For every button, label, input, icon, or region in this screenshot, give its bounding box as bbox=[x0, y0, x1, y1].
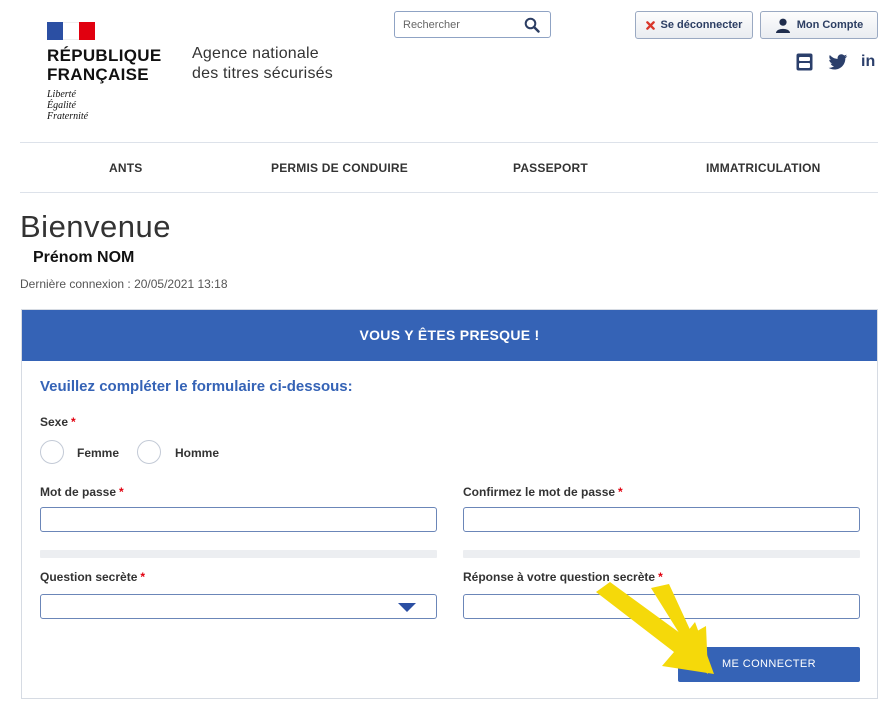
agency-line-2: des titres sécurisés bbox=[192, 65, 333, 82]
secret-answer-field[interactable] bbox=[463, 594, 860, 619]
nav-item-permis-de-conduire[interactable]: PERMIS DE CONDUIRE bbox=[271, 143, 408, 194]
logout-button[interactable]: Se déconnecter bbox=[635, 11, 753, 39]
required-mark: * bbox=[119, 485, 124, 499]
radio-label-homme: Homme bbox=[175, 446, 220, 460]
agency-name: Agence nationale des titres sécurisés bbox=[192, 44, 333, 84]
french-flag-icon bbox=[47, 22, 95, 40]
search-box bbox=[394, 11, 551, 38]
required-mark: * bbox=[140, 570, 146, 584]
confirm-password-label-text: Confirmez le mot de passe bbox=[463, 485, 616, 499]
required-mark: * bbox=[658, 570, 663, 584]
last-login-info: Dernière connexion : 20/05/2021 13:18 bbox=[20, 277, 228, 291]
close-icon bbox=[645, 20, 655, 30]
completion-form-panel: VOUS Y ÊTES PRESQUE ! Veuillez compléter… bbox=[21, 309, 878, 699]
search-input[interactable] bbox=[403, 16, 518, 34]
motto-egalite: Égalité bbox=[47, 100, 76, 111]
logout-label: Se déconnecter bbox=[660, 19, 743, 31]
radio-label-femme: Femme bbox=[77, 446, 120, 460]
account-button[interactable]: Mon Compte bbox=[760, 11, 878, 39]
secret-answer-label-text: Réponse à votre question secrète bbox=[463, 570, 656, 584]
motto-liberte: Liberté bbox=[47, 89, 76, 100]
confirm-password-label: Confirmez le mot de passe * bbox=[463, 485, 623, 499]
sex-label: Sexe * bbox=[40, 415, 76, 429]
form-banner: VOUS Y ÊTES PRESQUE ! bbox=[22, 310, 877, 361]
twitter-link[interactable] bbox=[828, 53, 848, 71]
confirm-password-field[interactable] bbox=[463, 507, 860, 532]
connect-button[interactable]: ME CONNECTER bbox=[678, 647, 860, 682]
republique-francaise-logo: RÉPUBLIQUE FRANÇAISE Liberté Égalité Fra… bbox=[47, 22, 161, 122]
user-icon bbox=[775, 18, 790, 33]
motto-fraternite: Fraternité bbox=[47, 111, 89, 122]
sex-label-text: Sexe bbox=[40, 415, 69, 429]
motto: Liberté Égalité Fraternité bbox=[47, 89, 161, 122]
linkedin-icon: in bbox=[861, 53, 876, 70]
main-navigation: ANTS PERMIS DE CONDUIRE PASSEPORT IMMATR… bbox=[20, 142, 878, 193]
republic-line-2: FRANÇAISE bbox=[47, 65, 149, 84]
secret-question-label-text: Question secrète bbox=[40, 570, 138, 584]
confirm-strength-bar bbox=[463, 550, 860, 558]
account-label: Mon Compte bbox=[796, 19, 864, 31]
search-icon[interactable] bbox=[524, 17, 540, 33]
secret-question-select[interactable] bbox=[40, 594, 437, 619]
secret-question-label: Question secrète * bbox=[40, 570, 145, 584]
page-title: Bienvenue bbox=[20, 209, 172, 244]
nav-item-passeport[interactable]: PASSEPORT bbox=[513, 143, 588, 194]
radio-homme[interactable] bbox=[137, 440, 161, 464]
chevron-down-icon bbox=[398, 603, 416, 612]
password-label: Mot de passe * bbox=[40, 485, 124, 499]
twitter-icon bbox=[828, 53, 848, 69]
nav-item-ants[interactable]: ANTS bbox=[109, 143, 142, 194]
secret-answer-label: Réponse à votre question secrète * bbox=[463, 570, 663, 584]
required-mark: * bbox=[71, 415, 76, 429]
youtube-link[interactable] bbox=[796, 53, 813, 71]
agency-line-1: Agence nationale bbox=[192, 45, 319, 62]
radio-femme[interactable] bbox=[40, 440, 64, 464]
password-label-text: Mot de passe bbox=[40, 485, 117, 499]
linkedin-link[interactable]: in bbox=[861, 53, 875, 71]
republic-line-1: RÉPUBLIQUE bbox=[47, 46, 162, 65]
republic-name: RÉPUBLIQUE FRANÇAISE bbox=[47, 46, 161, 84]
password-strength-bar bbox=[40, 550, 437, 558]
youtube-icon bbox=[796, 53, 813, 71]
user-name: Prénom NOM bbox=[33, 249, 135, 266]
required-mark: * bbox=[618, 485, 623, 499]
form-title: Veuillez compléter le formulaire ci-dess… bbox=[40, 378, 353, 395]
nav-item-immatriculation[interactable]: IMMATRICULATION bbox=[706, 143, 821, 194]
password-field[interactable] bbox=[40, 507, 437, 532]
